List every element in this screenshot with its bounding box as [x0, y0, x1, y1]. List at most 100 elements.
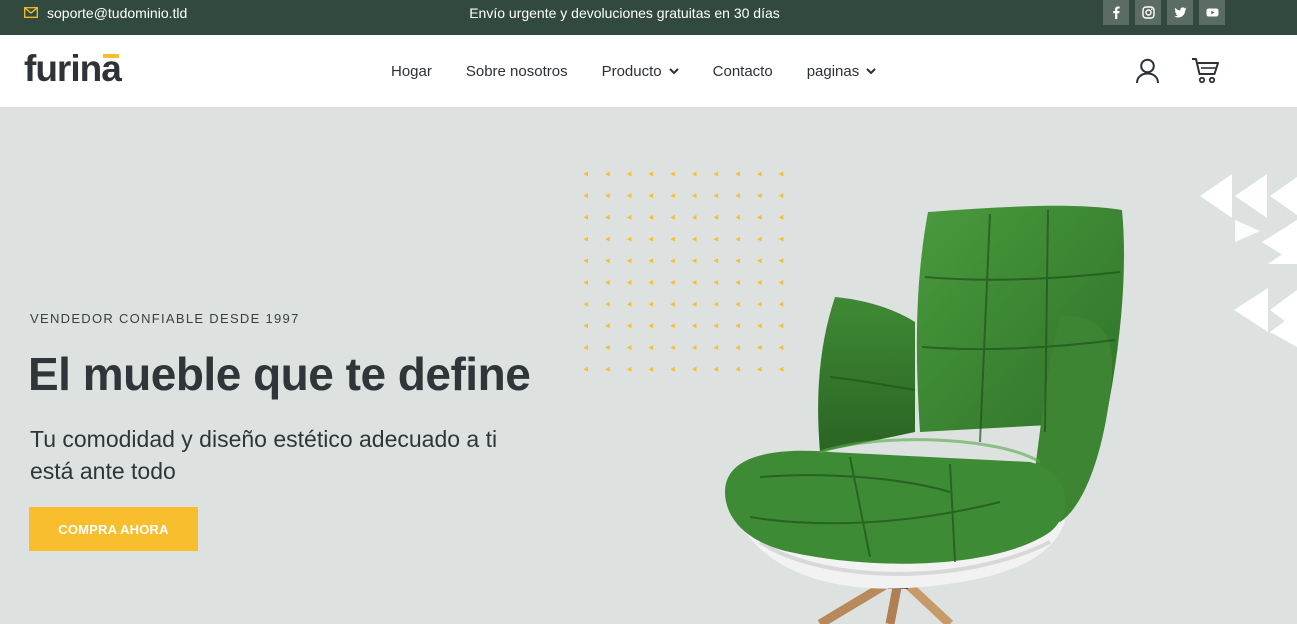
decor-dot [605, 280, 610, 285]
nav-item-hogar[interactable]: Hogar [391, 63, 432, 80]
decor-dot [583, 280, 588, 285]
decor-dot [605, 214, 610, 220]
decor-dot [583, 366, 588, 372]
decor-dot [648, 171, 654, 177]
decor-dot [670, 323, 675, 329]
decor-dot [583, 171, 588, 177]
shop-now-button[interactable]: COMPRA AHORA [29, 507, 198, 551]
triangle-pattern-decoration [1200, 174, 1297, 347]
decor-dot [713, 193, 719, 199]
green-lounge-chair-image [725, 205, 1125, 624]
nav-item-producto[interactable]: Producto [602, 63, 679, 80]
instagram-icon[interactable] [1135, 0, 1161, 25]
promo-banner: Envío urgente y devoluciones gratuitas e… [469, 4, 780, 21]
decor-dot [692, 171, 697, 177]
decor-dot [583, 258, 588, 264]
decor-dot [670, 345, 675, 351]
decor-dot [605, 258, 610, 264]
hero-headline: El mueble que te define [28, 348, 531, 400]
decor-dot [605, 193, 610, 199]
decor-dot [605, 366, 610, 372]
decor-dot [670, 171, 675, 177]
decor-dot [583, 214, 588, 220]
decor-dot [648, 214, 654, 220]
decor-dot [778, 193, 784, 199]
decor-dot [692, 323, 697, 329]
youtube-icon[interactable] [1199, 0, 1225, 25]
decor-dot [670, 301, 675, 307]
nav-label: Contacto [712, 62, 773, 80]
decor-dot [626, 323, 632, 329]
primary-nav: Hogar Sobre nosotros Producto Contacto p… [391, 35, 910, 107]
decor-dot [692, 345, 697, 351]
decor-dot [605, 171, 610, 177]
decor-dot [692, 236, 697, 242]
decor-dot [670, 236, 675, 242]
twitter-icon[interactable] [1167, 0, 1193, 25]
decor-dot [583, 193, 588, 199]
decor-dot [670, 193, 675, 199]
decor-dot [626, 171, 632, 177]
nav-label: Sobre nosotros [465, 62, 568, 80]
decor-dot [626, 193, 632, 199]
social-links [1103, 0, 1225, 25]
decor-dot [626, 258, 632, 264]
decor-dot [626, 345, 632, 351]
decor-dot [583, 345, 588, 351]
decor-dot [670, 258, 675, 264]
decor-dot [648, 258, 654, 264]
brand-logo-mark: furina [24, 48, 123, 89]
decor-dot [692, 301, 697, 307]
cart-icon[interactable] [1191, 57, 1221, 85]
hero-section: VENDEDOR CONFIABLE DESDE 1997 El mueble … [0, 107, 1297, 624]
nav-label: Hogar [391, 62, 432, 80]
decor-dot [670, 280, 675, 285]
chevron-down-icon [866, 67, 876, 74]
decor-dot [648, 323, 654, 329]
decor-dot [626, 236, 632, 242]
decor-dot [626, 214, 632, 220]
brand-logo[interactable]: furina [24, 48, 124, 99]
decor-dot [692, 280, 697, 285]
nav-label: paginas [806, 62, 860, 80]
decor-dot [692, 258, 697, 264]
decor-dot [757, 171, 762, 177]
nav-item-sobre-nosotros[interactable]: Sobre nosotros [466, 63, 568, 80]
top-bar: soporte@tudominio.tld Envío urgente y de… [0, 0, 1297, 35]
decor-dot [692, 366, 697, 372]
main-header: furina Hogar Sobre nosotros Producto Con… [0, 35, 1297, 107]
chevron-down-icon [668, 67, 679, 74]
hero-subhead: Tu comodidad y diseño estético adecuado … [30, 426, 498, 484]
decor-dot [605, 345, 610, 351]
decor-dot [583, 301, 588, 307]
decor-dot [648, 280, 654, 285]
decor-dot [605, 301, 610, 307]
decor-dot [670, 214, 675, 220]
decor-dot [778, 171, 784, 177]
decor-dot [713, 171, 719, 177]
nav-item-contacto[interactable]: Contacto [713, 63, 773, 80]
nav-item-paginas[interactable]: paginas [807, 63, 877, 80]
decor-dot [648, 193, 654, 199]
decor-dot [648, 236, 654, 242]
decor-dot [757, 193, 762, 199]
decor-dot [692, 214, 697, 220]
decor-dot [648, 345, 654, 351]
decor-dot [735, 171, 740, 177]
decor-dot [692, 193, 697, 199]
decor-dot [626, 366, 632, 372]
decor-dot [583, 323, 588, 329]
decor-dot [626, 301, 632, 307]
decor-dot [583, 236, 588, 242]
hero-eyebrow: VENDEDOR CONFIABLE DESDE 1997 [30, 311, 300, 326]
nav-label: Producto [601, 62, 662, 80]
decor-dot [648, 366, 654, 372]
decor-dot [605, 236, 610, 242]
decor-dot [670, 366, 675, 372]
decor-dot [605, 323, 610, 329]
user-icon[interactable] [1135, 58, 1160, 84]
decor-dot [648, 301, 654, 307]
facebook-icon[interactable] [1103, 0, 1129, 25]
decor-dot [626, 280, 632, 285]
decor-dot [735, 193, 740, 199]
